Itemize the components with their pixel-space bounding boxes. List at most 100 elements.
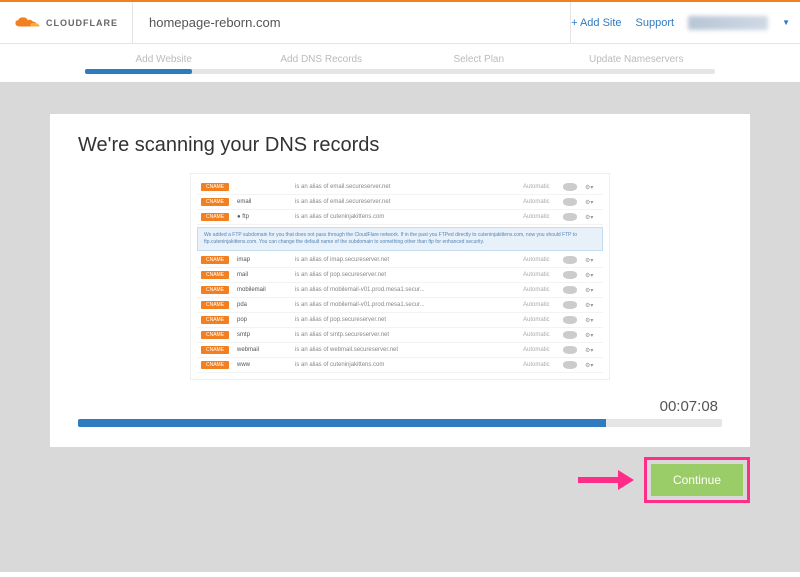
steps-nav: Add Website Add DNS Records Select Plan … xyxy=(0,44,800,74)
dns-name: pda xyxy=(237,302,287,308)
dns-status: Automatic xyxy=(523,317,555,323)
gear-icon: ⚙▾ xyxy=(585,362,599,369)
cloudflare-logo-icon xyxy=(14,16,42,30)
dns-value: is an alias of pop.secureserver.net xyxy=(295,272,515,278)
dns-name: mobilemail xyxy=(237,287,287,293)
dns-row: CNAME ● ftp is an alias of cuteninjakitt… xyxy=(197,210,603,225)
cloud-icon xyxy=(563,183,577,191)
header-right: + Add Site Support ▼ xyxy=(571,16,800,30)
dns-status: Automatic xyxy=(523,184,555,190)
dns-type-badge: CNAME xyxy=(201,213,229,221)
dns-row: CNAME www is an alias of cuteninjakitten… xyxy=(197,358,603,373)
continue-row: Continue xyxy=(50,447,750,507)
gear-icon: ⚙▾ xyxy=(585,332,599,339)
dns-value: is an alias of webmail.secureserver.net xyxy=(295,347,515,353)
add-site-link[interactable]: + Add Site xyxy=(571,17,621,29)
dns-type-badge: CNAME xyxy=(201,183,229,191)
dns-preview: CNAME is an alias of email.secureserver.… xyxy=(190,173,610,380)
dns-value: is an alias of mobilemail-v01.prod.mesa1… xyxy=(295,287,515,293)
dns-status: Automatic xyxy=(523,347,555,353)
continue-button[interactable]: Continue xyxy=(651,464,743,496)
dns-name: pop xyxy=(237,317,287,323)
logo[interactable]: CLOUDFLARE xyxy=(0,2,133,43)
user-menu[interactable] xyxy=(688,16,768,30)
header: CLOUDFLARE homepage-reborn.com + Add Sit… xyxy=(0,2,800,44)
dns-name: webmail xyxy=(237,347,287,353)
dns-type-badge: CNAME xyxy=(201,271,229,279)
dns-status: Automatic xyxy=(523,272,555,278)
dns-type-badge: CNAME xyxy=(201,286,229,294)
dns-name: smtp xyxy=(237,332,287,338)
annotation-highlight: Continue xyxy=(644,457,750,503)
step-progress-fill xyxy=(85,69,192,74)
dns-status: Automatic xyxy=(523,362,555,368)
annotation-arrow xyxy=(578,470,634,490)
gear-icon: ⚙▾ xyxy=(585,184,599,191)
cloud-icon xyxy=(563,256,577,264)
dns-status: Automatic xyxy=(523,257,555,263)
dns-value: is an alias of email.secureserver.net xyxy=(295,199,515,205)
dns-value: is an alias of smtp.secureserver.net xyxy=(295,332,515,338)
dns-value: is an alias of pop.secureserver.net xyxy=(295,317,515,323)
dns-row: CNAME email is an alias of email.secures… xyxy=(197,195,603,210)
cloud-icon xyxy=(563,198,577,206)
cloud-icon xyxy=(563,301,577,309)
dns-value: is an alias of imap.secureserver.net xyxy=(295,257,515,263)
dns-row: CNAME smtp is an alias of smtp.secureser… xyxy=(197,328,603,343)
gear-icon: ⚙▾ xyxy=(585,199,599,206)
dns-type-badge: CNAME xyxy=(201,198,229,206)
step-add-website: Add Website xyxy=(85,54,243,65)
gear-icon: ⚙▾ xyxy=(585,214,599,221)
dns-name: email xyxy=(237,199,287,205)
step-select-plan: Select Plan xyxy=(400,54,558,65)
support-link[interactable]: Support xyxy=(636,17,675,29)
scan-progress-fill xyxy=(78,419,606,427)
gear-icon: ⚙▾ xyxy=(585,302,599,309)
cloud-icon xyxy=(563,331,577,339)
dns-name: imap xyxy=(237,257,287,263)
dns-row: CNAME mail is an alias of pop.secureserv… xyxy=(197,268,603,283)
user-menu-caret[interactable]: ▼ xyxy=(782,18,790,27)
dns-type-badge: CNAME xyxy=(201,301,229,309)
dns-status: Automatic xyxy=(523,332,555,338)
step-update-ns: Update Nameservers xyxy=(558,54,716,65)
gear-icon: ⚙▾ xyxy=(585,272,599,279)
dns-value: is an alias of cuteninjakittens.com xyxy=(295,362,515,368)
dns-row: CNAME is an alias of email.secureserver.… xyxy=(197,180,603,195)
dns-row: CNAME imap is an alias of imap.secureser… xyxy=(197,253,603,268)
dns-value: is an alias of mobilemail-v01.prod.mesa1… xyxy=(295,302,515,308)
dns-row: CNAME mobilemail is an alias of mobilema… xyxy=(197,283,603,298)
dns-status: Automatic xyxy=(523,214,555,220)
dns-status: Automatic xyxy=(523,199,555,205)
dns-type-badge: CNAME xyxy=(201,346,229,354)
gear-icon: ⚙▾ xyxy=(585,257,599,264)
dns-name: ● ftp xyxy=(237,214,287,220)
dns-type-badge: CNAME xyxy=(201,361,229,369)
gear-icon: ⚙▾ xyxy=(585,287,599,294)
dns-row: CNAME pda is an alias of mobilemail-v01.… xyxy=(197,298,603,313)
page-title: We're scanning your DNS records xyxy=(78,134,722,157)
dns-row: CNAME webmail is an alias of webmail.sec… xyxy=(197,343,603,358)
main-area: We're scanning your DNS records CNAME is… xyxy=(0,82,800,572)
dns-row: CNAME pop is an alias of pop.secureserve… xyxy=(197,313,603,328)
cloud-icon xyxy=(563,286,577,294)
cloud-icon xyxy=(563,346,577,354)
gear-icon: ⚙▾ xyxy=(585,347,599,354)
site-name[interactable]: homepage-reborn.com xyxy=(133,2,571,43)
dns-name: mail xyxy=(237,272,287,278)
logo-text: CLOUDFLARE xyxy=(46,18,118,28)
step-progress-bar xyxy=(85,69,715,74)
dns-value: is an alias of cuteninjakittens.com xyxy=(295,214,515,220)
dns-status: Automatic xyxy=(523,302,555,308)
cloud-icon xyxy=(563,271,577,279)
dns-type-badge: CNAME xyxy=(201,316,229,324)
dns-type-badge: CNAME xyxy=(201,331,229,339)
scan-card: We're scanning your DNS records CNAME is… xyxy=(50,114,750,447)
progress-area: 00:07:08 xyxy=(78,392,722,437)
cloud-icon xyxy=(563,213,577,221)
dns-name: www xyxy=(237,362,287,368)
cloud-icon xyxy=(563,316,577,324)
gear-icon: ⚙▾ xyxy=(585,317,599,324)
scan-progress-bar xyxy=(78,419,722,427)
preview-info-box: We added a FTP subdomain for you that do… xyxy=(197,227,603,251)
